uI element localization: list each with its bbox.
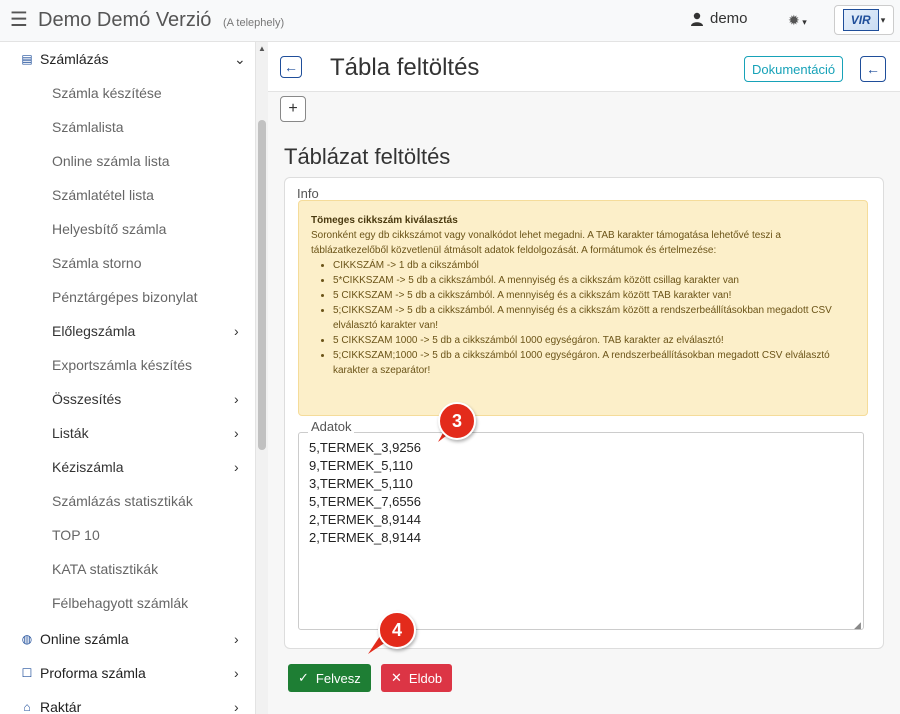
sidebar: ▤ Számlázás ⌄ Számla készítése Számlalis… [0,42,256,714]
sidebar-item-label: Előlegszámla [52,323,136,339]
app-title-text: Demo Demó Verzió [38,9,212,31]
sidebar-item-label: Exportszámla készítés [52,357,193,373]
app-title[interactable]: Demo Demó Verzió (A telephely) [38,9,284,32]
vir-logo: VIR [842,9,879,31]
sidebar-item-label: Listák [52,425,89,441]
sidebar-item-label: Számlázás statisztikák [52,493,193,509]
sidebar-item-kata-statisztikak[interactable]: KATA statisztikák [0,552,255,586]
chevron-right-icon: › [234,459,239,475]
sidebar-item-label: Online számla lista [52,153,170,169]
user-icon [691,12,703,26]
sidebar-item-label: Raktár [40,699,82,714]
sidebar-item-exportszamla[interactable]: Exportszámla készítés [0,348,255,382]
sidebar-item-online-szamla-lista[interactable]: Online számla lista [0,144,255,178]
caret-down-icon: ▾ [799,17,807,27]
sidebar-item-szamla-keszitese[interactable]: Számla készítése [0,76,255,110]
sidebar-item-listak[interactable]: Listák › [0,416,255,450]
sidebar-item-label: Proforma számla [40,665,146,681]
sidebar-item-label: Helyesbítő számla [52,221,167,237]
sidebar-item-label: KATA statisztikák [52,561,159,577]
sidebar-item-label: Online számla [40,631,129,647]
chevron-down-icon: ⌄ [234,50,246,67]
globe-icon: ◍ [21,632,33,646]
callout-badge-4: 4 [378,611,416,649]
sidebar-item-label: Számla storno [52,255,142,271]
sidebar-item-label: TOP 10 [52,527,100,543]
callout-pointers [368,420,458,654]
sidebar-item-osszesites[interactable]: Összesítés › [0,382,255,416]
caret-down-icon: ▾ [880,14,886,25]
sidebar-item-label: Számla készítése [52,85,162,101]
sidebar-item-proforma-szamla[interactable]: ☐ Proforma számla › [0,656,255,690]
main-content: ← Tábla feltöltés Dokumentáció ← + Táblá… [268,42,900,714]
sidebar-item-label: Félbehagyott számlák [52,595,189,611]
chevron-right-icon: › [234,665,239,681]
chevron-right-icon: › [234,425,239,441]
sidebar-item-eloleg-szamla[interactable]: Előlegszámla › [0,314,255,348]
callout-badge-3: 3 [438,402,476,440]
warehouse-icon: ⌂ [23,700,31,714]
sidebar-item-szamlalista[interactable]: Számlalista [0,110,255,144]
hamburger-icon[interactable]: ☰ [10,10,28,30]
sidebar-item-top10[interactable]: TOP 10 [0,518,255,552]
app-logo-menu[interactable]: VIR ▾ [834,5,894,35]
sidebar-item-szamlatetel-lista[interactable]: Számlatétel lista [0,178,255,212]
sidebar-item-label: Számlázás [40,51,109,67]
sidebar-item-label: Összesítés [52,391,122,407]
sidebar-item-raktar[interactable]: ⌂ Raktár › [0,690,255,714]
chevron-right-icon: › [234,391,239,407]
sidebar-item-label: Számlalista [52,119,124,135]
chevron-right-icon: › [234,323,239,339]
top-navbar: ☰ Demo Demó Verzió (A telephely) demo ✹ … [0,0,900,42]
chevron-right-icon: › [234,699,239,714]
scroll-up-arrow-icon[interactable]: ▲ [258,44,266,53]
sidebar-item-label: Kéziszámla [52,459,124,475]
logo-text: VIR [850,13,871,27]
sidebar-item-helyesbito-szamla[interactable]: Helyesbítő számla [0,212,255,246]
sidebar-item-felbehagyott-szamlak[interactable]: Félbehagyott számlák [0,586,255,620]
sidebar-item-label: Pénztárgépes bizonylat [52,289,198,305]
gear-icon: ✹ [788,12,800,28]
file-icon: ▤ [21,52,33,66]
user-menu[interactable]: demo [690,10,748,27]
user-name: demo [710,10,748,27]
sidebar-scrollbar-thumb[interactable] [258,120,266,450]
sidebar-item-label: Számlatétel lista [52,187,154,203]
settings-menu[interactable]: ✹ ▾ [788,12,807,29]
sidebar-item-penztargepes-bizonylat[interactable]: Pénztárgépes bizonylat [0,280,255,314]
sidebar-item-szamla-storno[interactable]: Számla storno [0,246,255,280]
sidebar-item-szamlazas[interactable]: ▤ Számlázás ⌄ [0,42,255,76]
sidebar-item-keziszamla[interactable]: Kéziszámla › [0,450,255,484]
site-subtitle: (A telephely) [222,17,285,29]
chevron-right-icon: › [234,631,239,647]
document-icon: ☐ [21,666,33,680]
sidebar-item-szamlazas-statisztikak[interactable]: Számlázás statisztikák [0,484,255,518]
sidebar-item-online-szamla[interactable]: ◍ Online számla › [0,622,255,656]
